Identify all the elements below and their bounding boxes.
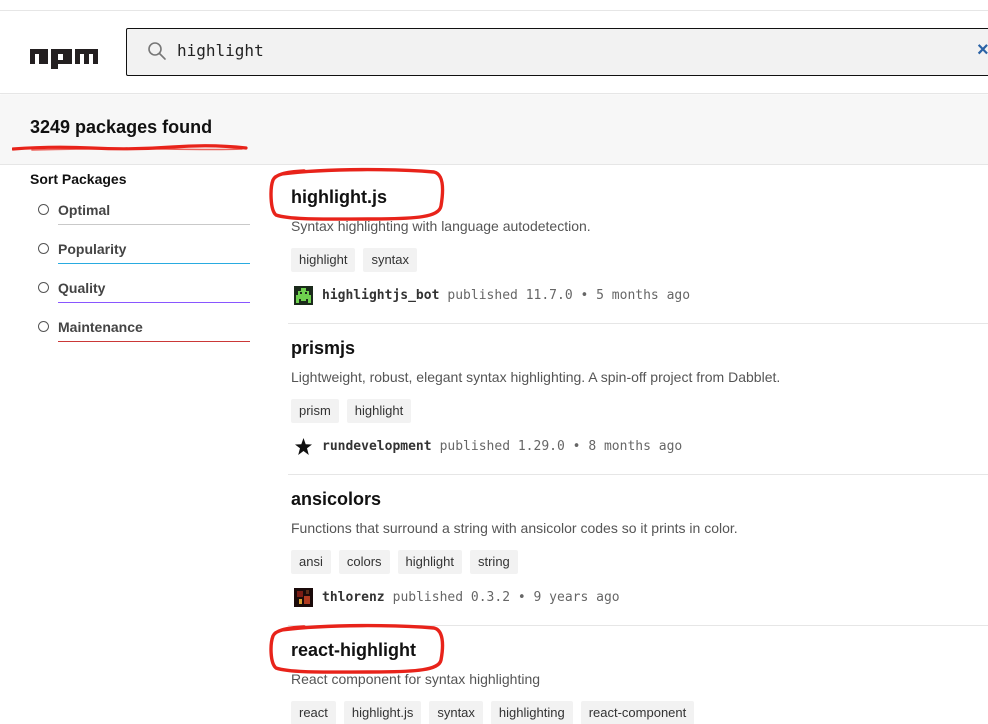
sort-option-maintenance[interactable]: Maintenance [30,304,252,343]
publisher-avatar[interactable] [294,588,313,607]
keyword-tag[interactable]: syntax [363,248,418,272]
sort-option-underline [58,302,250,303]
package-name-link[interactable]: highlight.js [291,187,387,208]
publisher-name[interactable]: rundevelopment [322,439,432,454]
keyword-list: highlight syntax [291,248,418,272]
keyword-tag[interactable]: highlight [346,399,412,423]
sort-option-underline [58,263,250,264]
keyword-list: react highlight.js syntax highlighting r… [291,701,695,724]
publisher-line: rundevelopment published 1.29.0 • 8 mont… [294,437,682,456]
radio-popularity[interactable] [38,243,49,254]
bullet-separator: • [580,288,589,303]
published-label: published [447,288,518,303]
keyword-tag[interactable]: highlighting [490,701,573,724]
results-summary-bar: 3249 packages found [0,95,988,165]
publisher-name[interactable]: highlightjs_bot [322,288,439,303]
radio-quality[interactable] [38,282,49,293]
keyword-tag[interactable]: string [469,550,518,574]
package-version: 11.7.0 [525,288,573,303]
sort-option-underline [58,224,250,225]
sort-sidebar: Sort Packages Optimal Popularity Quality… [30,168,252,343]
package-name-link[interactable]: ansicolors [291,489,381,510]
publisher-avatar[interactable] [294,437,313,456]
keyword-list: prism highlight [291,399,412,423]
publisher-line: highlightjs_bot published 11.7.0 • 5 mon… [294,286,690,305]
search-icon [147,41,167,66]
package-version: 0.3.2 [470,590,511,605]
package-description: React component for syntax highlighting [291,671,541,687]
sort-option-optimal[interactable]: Optimal [30,187,252,226]
npm-logo[interactable] [30,45,98,74]
clear-search-icon[interactable]: × [977,39,988,62]
published-label: published [439,439,511,454]
search-input[interactable] [177,41,937,60]
result-divider [288,323,988,324]
publisher-name[interactable]: thlorenz [322,590,385,605]
publish-age: 5 months ago [596,288,691,303]
keyword-tag[interactable]: react [291,701,336,724]
publish-age: 8 months ago [588,439,683,454]
result-count: 3249 packages found [30,117,213,137]
publisher-avatar[interactable] [294,286,313,305]
keyword-tag[interactable]: colors [338,550,390,574]
bullet-separator: • [572,439,581,454]
result-divider [288,474,988,475]
keyword-tag[interactable]: ansi [291,550,331,574]
sort-option-label: Quality [58,280,106,296]
package-version: 1.29.0 [517,439,565,454]
publisher-line: thlorenz published 0.3.2 • 9 years ago [294,588,620,607]
published-label: published [392,590,464,605]
package-name-link[interactable]: react-highlight [291,640,416,661]
search-box: × [126,28,988,76]
sort-title: Sort Packages [30,171,127,187]
keyword-tag[interactable]: prism [291,399,339,423]
sort-option-label: Maintenance [58,319,143,335]
keyword-tag[interactable]: syntax [429,701,483,724]
sort-option-underline [58,341,250,342]
keyword-tag[interactable]: highlight [397,550,462,574]
sort-option-label: Popularity [58,241,127,257]
bullet-separator: • [517,590,526,605]
keyword-tag[interactable]: react-component [580,701,695,724]
annotation-underline [12,144,248,151]
package-description: Functions that surround a string with an… [291,520,738,536]
radio-optimal[interactable] [38,204,49,215]
package-description: Lightweight, robust, elegant syntax high… [291,369,781,385]
package-name-link[interactable]: prismjs [291,338,355,359]
sort-option-popularity[interactable]: Popularity [30,226,252,265]
sort-option-quality[interactable]: Quality [30,265,252,304]
radio-maintenance[interactable] [38,321,49,332]
keyword-tag[interactable]: highlight.js [343,701,422,724]
keyword-list: ansi colors highlight string [291,550,518,574]
header: × [0,11,988,94]
publish-age: 9 years ago [533,590,620,605]
package-description: Syntax highlighting with language autode… [291,218,591,234]
sort-option-label: Optimal [58,202,111,218]
keyword-tag[interactable]: highlight [291,248,356,272]
result-divider [288,625,988,626]
